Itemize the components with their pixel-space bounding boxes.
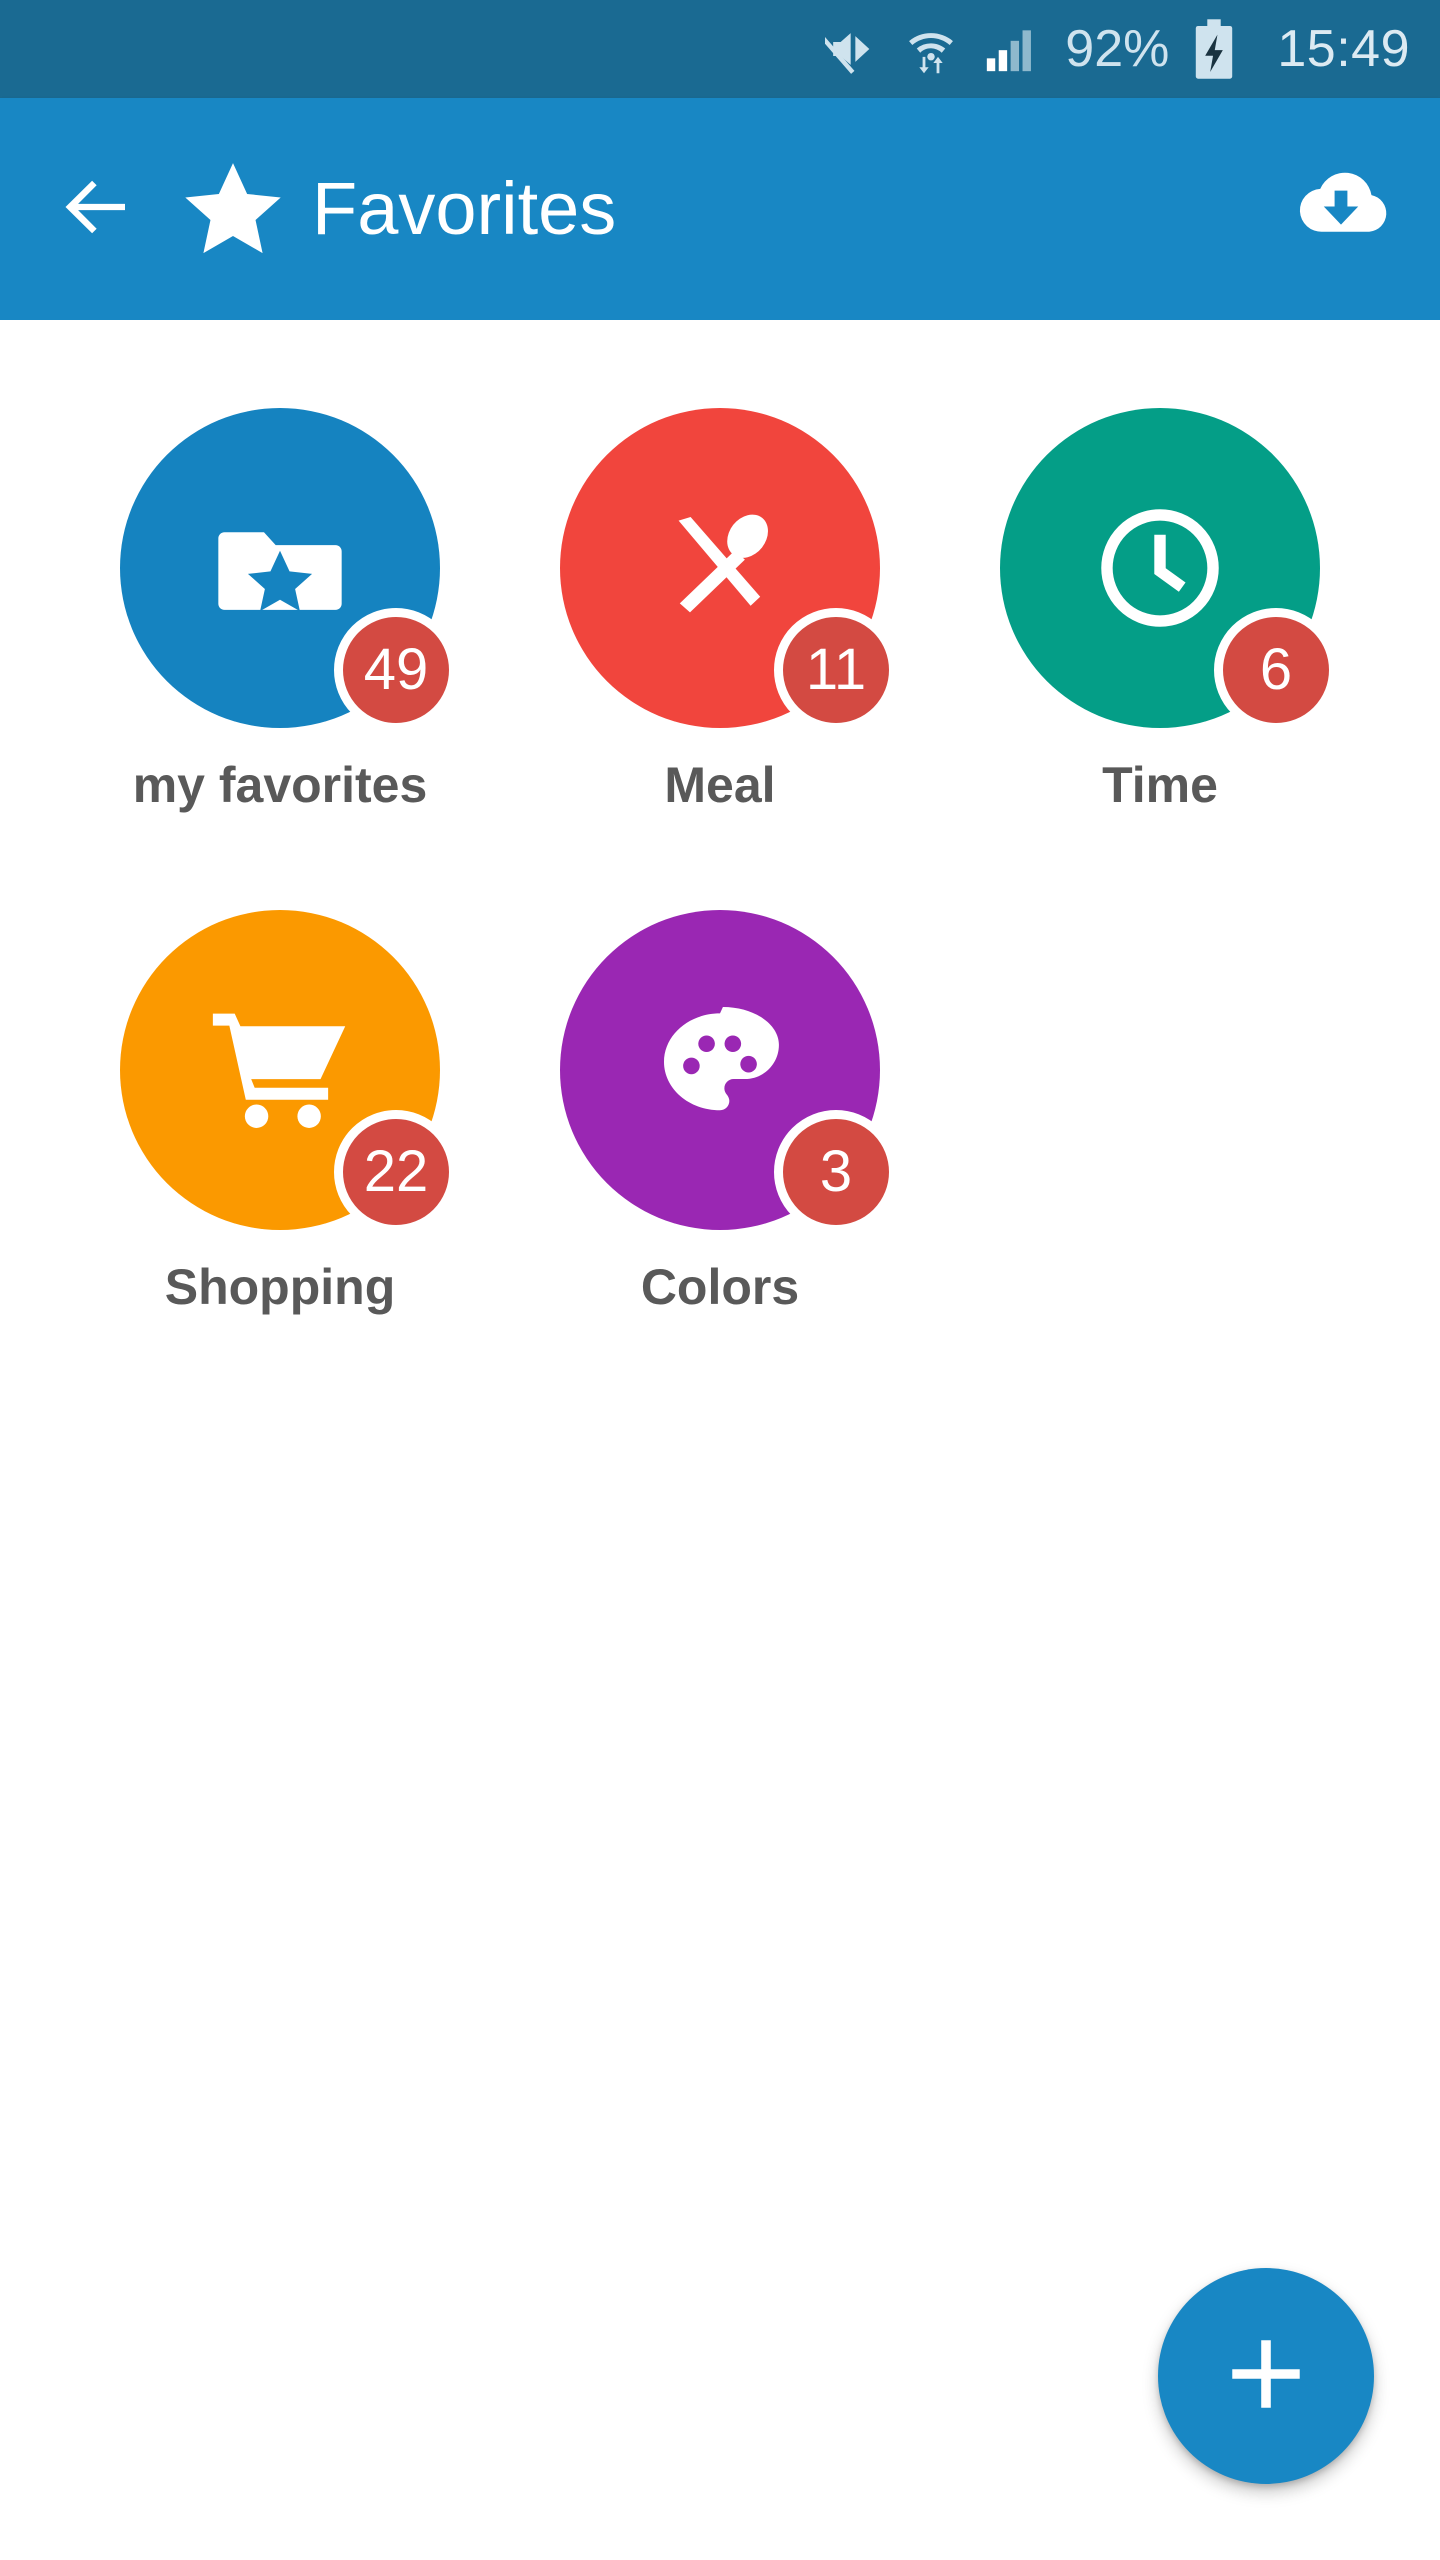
content-area: 49 my favorites 11 Meal 6 Time 22 Shoppi… (0, 320, 1440, 2560)
grid-item-colors[interactable]: 3 Colors (500, 910, 940, 1312)
mute-icon (825, 21, 881, 77)
bubble-wrapper: 3 (560, 910, 898, 1234)
page-title: Favorites (312, 167, 617, 250)
grid-item-my-favorites[interactable]: 49 my favorites (60, 408, 500, 810)
battery-percent-label: 92% (1065, 20, 1170, 78)
folder-star-icon (206, 494, 354, 642)
bubble-wrapper: 49 (120, 408, 458, 732)
plus-icon (1220, 2328, 1312, 2425)
badge-count: 22 (334, 1110, 458, 1234)
badge-count: 11 (774, 608, 898, 732)
grid-item-label: my favorites (132, 757, 428, 813)
grid-item-label: Shopping (164, 1259, 396, 1315)
cloud-download-button[interactable] (1286, 154, 1396, 264)
grid-item-label: Meal (664, 757, 776, 813)
status-bar-clock: 15:49 (1277, 20, 1410, 78)
grid-item-label: Time (1102, 757, 1218, 813)
badge-count: 49 (334, 608, 458, 732)
grid-item-label: Colors (640, 1259, 800, 1315)
wifi-transfer-icon (903, 21, 959, 77)
grid-item-time[interactable]: 6 Time (940, 408, 1380, 810)
signal-bars-icon (981, 21, 1037, 77)
bubble-wrapper: 22 (120, 910, 458, 1234)
shopping-cart-icon (204, 994, 356, 1146)
status-bar-icons: 92% 15:49 (825, 18, 1410, 80)
clock-icon (1086, 494, 1234, 642)
add-floating-action-button[interactable] (1158, 2268, 1374, 2484)
arrow-left-icon (55, 165, 139, 254)
app-bar: Favorites (0, 98, 1440, 320)
badge-count: 3 (774, 1110, 898, 1234)
palette-icon (650, 1000, 790, 1140)
back-button[interactable] (52, 164, 142, 254)
grid-item-shopping[interactable]: 22 Shopping (60, 910, 500, 1312)
favorites-grid: 49 my favorites 11 Meal 6 Time 22 Shoppi… (0, 408, 1440, 1312)
bubble-wrapper: 11 (560, 408, 898, 732)
battery-charging-icon (1191, 18, 1237, 80)
cutlery-icon (648, 496, 792, 640)
badge-count: 6 (1214, 608, 1338, 732)
cloud-download-icon (1288, 154, 1394, 265)
status-bar: 92% 15:49 (0, 0, 1440, 98)
star-icon (180, 156, 286, 262)
grid-item-meal[interactable]: 11 Meal (500, 408, 940, 810)
bubble-wrapper: 6 (1000, 408, 1338, 732)
